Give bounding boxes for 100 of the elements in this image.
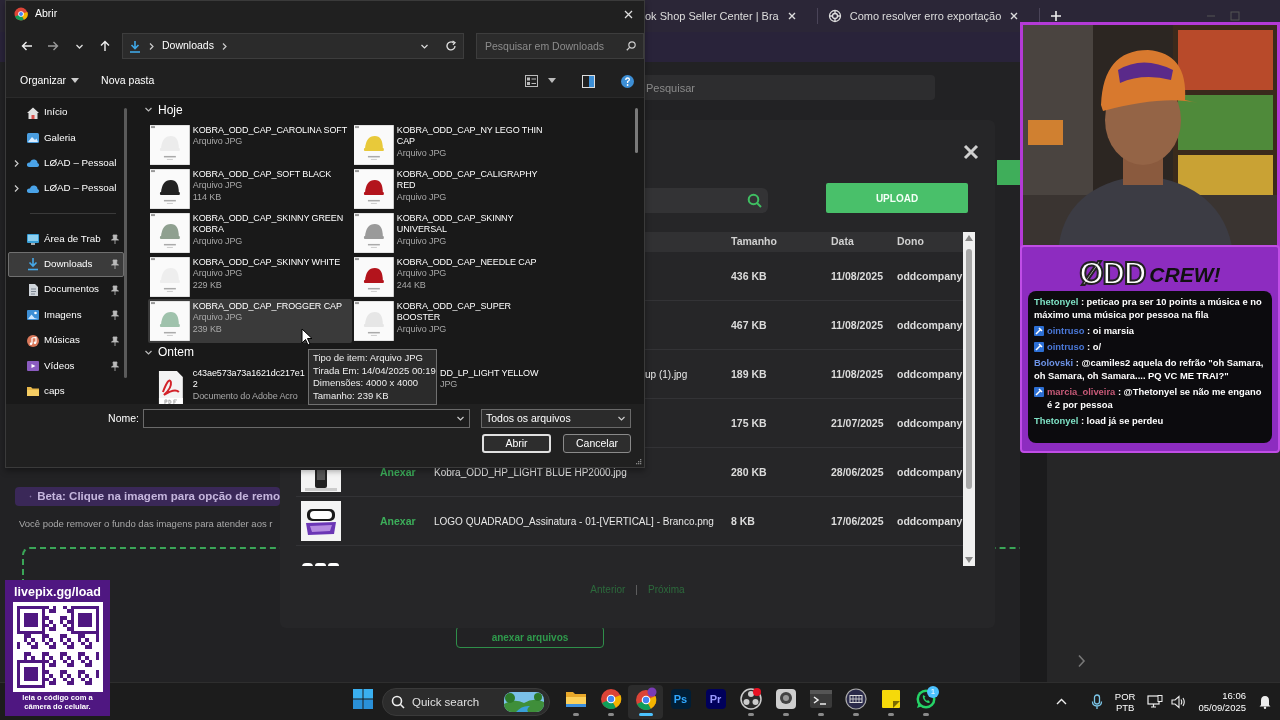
sidebar-item[interactable]: Vídeos [8, 353, 124, 379]
sidebar-item[interactable]: Imagens [8, 302, 124, 328]
caret-up-icon[interactable] [1055, 698, 1067, 705]
up-arrow-icon[interactable] [99, 40, 111, 52]
sidebar-item[interactable]: Galeria [8, 125, 124, 151]
file-item[interactable]: KOBRA_ODD_CAP_CALIGRAPHY RED Arquivo JPG [352, 166, 556, 211]
table-cell: oddcompany [897, 465, 963, 478]
file-item[interactable]: KOBRA_ODD_CAP_SKINNY GREEN KOBRA Arquivo JPG [148, 210, 352, 255]
pin-icon [110, 234, 119, 245]
close-icon[interactable] [963, 144, 979, 160]
group-header[interactable]: Ontem [144, 344, 194, 360]
document-icon [26, 282, 40, 297]
back-arrow-icon[interactable] [21, 40, 33, 52]
help-icon[interactable] [621, 74, 634, 88]
keypad-icon [843, 687, 868, 711]
file-item[interactable]: KOBRA_ODD_CAP_FROGGER CAP Arquivo JPG 239 KB [148, 298, 352, 343]
column-header[interactable]: Data [831, 235, 854, 248]
caret-icon[interactable] [548, 78, 556, 84]
taskbar-button[interactable]: Pr [698, 684, 733, 719]
language-indicator[interactable]: POR PTB [1110, 690, 1140, 713]
search-field[interactable]: Pesquisar em Downloads [476, 33, 644, 59]
plus-icon[interactable] [1050, 10, 1063, 22]
table-cell: 436 KB [731, 269, 767, 282]
view-icon[interactable] [525, 75, 538, 87]
new-folder-button[interactable]: Nova pasta [97, 71, 159, 91]
file-item[interactable]: KOBRA_ODD_CAP_SKINNY UNIVERSAL Arquivo JPG [352, 210, 556, 255]
file-item[interactable]: KOBRA_ODD_CAP_NY LEGO THIN CAP Arquivo JPG [352, 122, 556, 167]
chat-message: ointruso : oi marsia [1047, 324, 1135, 337]
close-icon[interactable] [1009, 11, 1020, 21]
table-cell: 28/06/2025 [831, 465, 884, 478]
pin-icon [110, 335, 119, 346]
open-button[interactable]: Abrir [482, 434, 551, 453]
attach-link[interactable]: Anexar [380, 514, 416, 527]
search-icon [626, 41, 636, 51]
path-segment[interactable]: Downloads [162, 38, 214, 54]
speaker-icon[interactable] [1171, 694, 1187, 709]
sidebar-item[interactable]: LØAD – Pessoal [8, 150, 124, 177]
column-header[interactable]: Dono [897, 235, 924, 248]
browser-tab[interactable]: ok Shop Seller Center | Bra [645, 0, 807, 32]
music-icon [26, 333, 40, 348]
bell-icon[interactable] [1258, 694, 1272, 709]
chevron-icon[interactable] [1077, 654, 1086, 668]
file-item[interactable]: KOBRA_ODD_CAP_SOFT BLACK Arquivo JPG 114 KB [148, 166, 352, 211]
group-header[interactable]: Hoje [144, 102, 183, 117]
cancel-button[interactable]: Cancelar [563, 434, 631, 453]
table-cell: 11/08/2025 [831, 318, 883, 331]
refresh-icon[interactable] [445, 40, 457, 52]
forward-arrow-icon[interactable] [47, 40, 59, 52]
file-type-dropdown[interactable]: Todos os arquivos [481, 409, 631, 428]
logo-text: ØDD [1079, 257, 1146, 291]
browser-logo-icon [14, 7, 28, 21]
button-edge [997, 160, 1020, 185]
app-icon [773, 687, 798, 711]
taskbar-button[interactable] [628, 684, 663, 719]
table-cell: 175 KB [731, 416, 767, 429]
table-cell: 8 KB [731, 514, 755, 527]
file-item[interactable]: KOBRA_ODD_CAP_SUPER BOOSTER Arquivo JPG [352, 298, 556, 343]
field-label: Nome: [107, 410, 139, 426]
close-icon[interactable] [623, 8, 634, 20]
up-arrow-icon [965, 235, 973, 241]
chat-message: Thetonyel : peticao pra ser 10 points a música e no máximo uma música por pessoa na fila [1034, 295, 1263, 321]
file-item[interactable]: KOBRA_ODD_CAP_CAROLINA SOFT Arquivo JPG [148, 122, 352, 167]
table-cell: Kobra_ODD_HP_LIGHT BLUE HP2000.jpg [434, 466, 627, 478]
table-cell: oddcompany [897, 416, 963, 429]
preview-pane-icon[interactable] [582, 74, 595, 88]
close-icon[interactable] [786, 11, 797, 21]
table-cell: 189 KB [731, 367, 767, 380]
column-header[interactable]: Tamanho [731, 235, 777, 248]
browser-tab[interactable]: Como resolver erro exportação [827, 0, 1030, 32]
table-cell: up (1).jpg [645, 368, 688, 380]
address-bar[interactable]: Downloads [122, 33, 464, 59]
table-cell: 280 KB [731, 465, 767, 478]
sidebar-item[interactable]: caps [8, 378, 124, 404]
sidebar-item[interactable]: Downloads [8, 251, 124, 278]
clock[interactable]: 16:06 05/09/2025 [1194, 689, 1250, 714]
caret-icon[interactable] [456, 414, 465, 423]
app-tile: Pr [705, 689, 726, 709]
sidebar-item[interactable]: Documentos [8, 277, 124, 303]
file-item[interactable]: KOBRA_ODD_CAP_NEEDLE CAP Arquivo JPG 244 KB [352, 254, 556, 299]
tooltip: Tipo de item: Arquivo JPG Tirada Em: 14/04/2025 00:19 Dimensões: 4000 x 4000 Tamanho: 239 KB [308, 349, 437, 405]
pagination-separator: | [635, 583, 638, 597]
scrollbar[interactable] [963, 232, 975, 566]
chat-message: Thetonyel : load já se perdeu [1034, 414, 1165, 427]
sidebar-item[interactable]: Início [8, 100, 124, 126]
sidebar-item[interactable]: Músicas [8, 327, 124, 354]
organize-button[interactable]: Organizar [16, 71, 84, 91]
badge-count: 1 [927, 685, 939, 698]
microphone-icon[interactable] [1090, 693, 1103, 710]
down-arrow-icon [965, 557, 973, 563]
taskbar-button[interactable]: Ps [663, 684, 698, 719]
table-cell: 17/06/2025 [831, 514, 884, 527]
chat-message: Bolovski : @camiles2 aquela do refrão "oh Samara, oh Samara, oh Samara.... PQ VC ME TRAI?" [1034, 356, 1265, 382]
attach-link[interactable]: Anexar [380, 465, 416, 478]
file-item[interactable]: KOBRA_ODD_CAP_SKINNY WHITE Arquivo JPG 229 KB [148, 254, 352, 299]
pin-icon [110, 360, 119, 371]
sidebar-item[interactable]: LØAD – Pessoal [8, 176, 124, 202]
resize-grip-icon [635, 458, 642, 465]
sidebar-item[interactable]: Área de Trab [8, 226, 124, 252]
network-icon[interactable] [1147, 694, 1164, 709]
name-field[interactable] [143, 409, 470, 428]
